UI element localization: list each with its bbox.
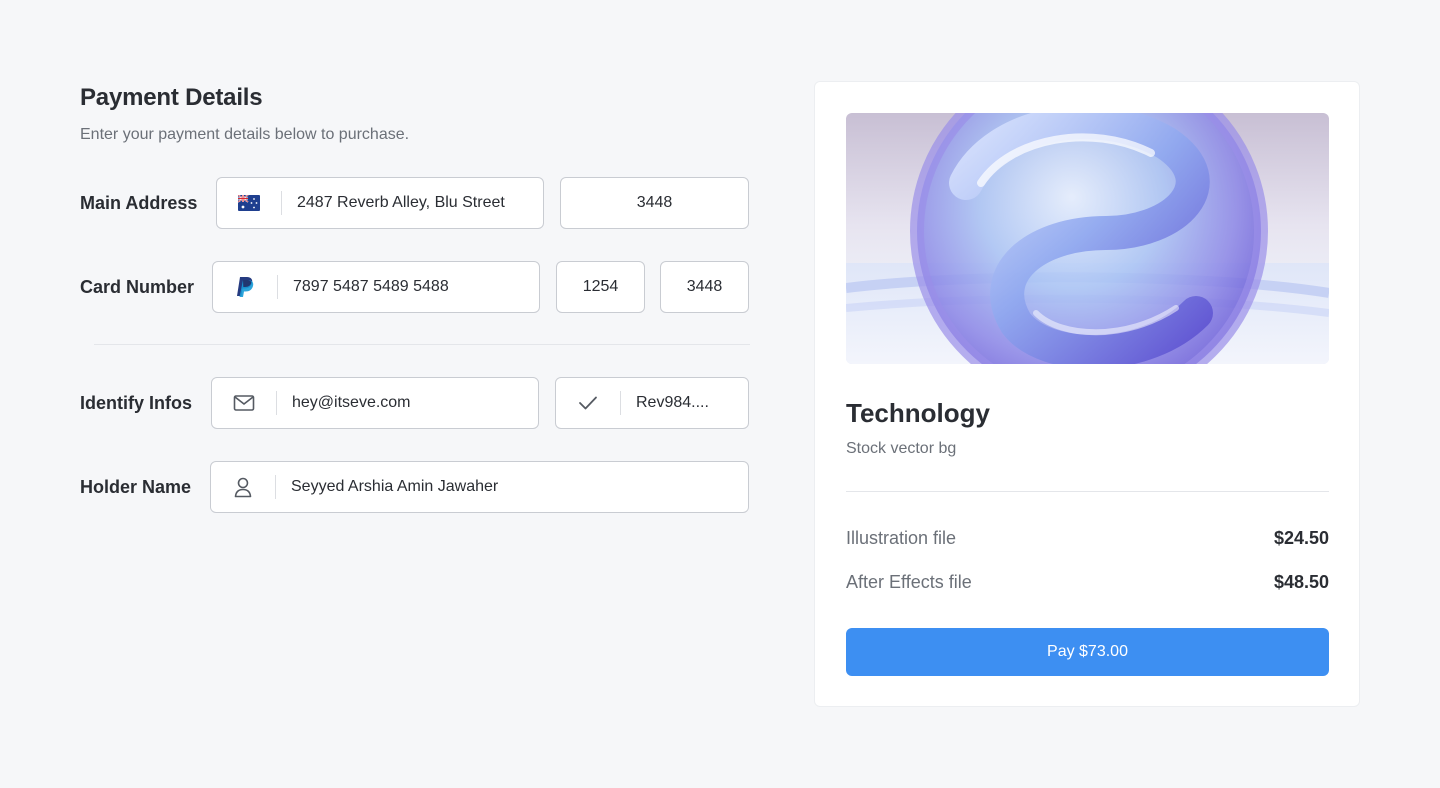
product-image bbox=[846, 113, 1329, 364]
mail-icon bbox=[212, 378, 276, 428]
australia-flag-icon bbox=[217, 178, 281, 228]
card-number-value: 7897 5487 5489 5488 bbox=[293, 278, 449, 295]
holder-name-input[interactable]: Seyyed Arshia Amin Jawaher bbox=[210, 461, 749, 513]
holder-name-row: Holder Name Seyyed Arshia Amin Jawaher bbox=[80, 461, 750, 513]
section-divider bbox=[94, 344, 750, 345]
line-item-name: After Effects file bbox=[846, 572, 972, 592]
card-cvv-input[interactable]: 3448 bbox=[660, 261, 749, 313]
identity-code-input[interactable]: Rev984.... bbox=[555, 377, 749, 429]
card-number-input[interactable]: 7897 5487 5489 5488 bbox=[212, 261, 540, 313]
card-number-row: Card Number 7897 5487 5489 5488 1254 344… bbox=[80, 261, 750, 313]
line-item-name: Illustration file bbox=[846, 528, 957, 548]
product-subtitle: Stock vector bg bbox=[846, 440, 957, 457]
paypal-icon bbox=[213, 262, 277, 312]
pay-button[interactable]: Pay $73.00 bbox=[846, 628, 1329, 676]
street-address-value: 2487 Reverb Alley, Blu Street bbox=[297, 194, 505, 211]
order-summary-card: Technology Stock vector bg Illustration … bbox=[814, 81, 1360, 707]
user-icon bbox=[211, 462, 275, 512]
email-input[interactable]: hey@itseve.com bbox=[211, 377, 539, 429]
postcode-value: 3448 bbox=[636, 194, 673, 211]
holder-name-value: Seyyed Arshia Amin Jawaher bbox=[291, 478, 499, 495]
card-expiry-value: 1254 bbox=[582, 278, 619, 295]
main-address-row: Main Address 2487 Reverb Alley, Blu Stre… bbox=[80, 177, 750, 229]
summary-divider bbox=[846, 491, 1329, 492]
identify-infos-row: Identify Infos hey@itseve.com Rev984.... bbox=[80, 377, 750, 429]
line-item: After Effects file $48.50 bbox=[846, 572, 1329, 593]
identify-infos-label: Identify Infos bbox=[80, 393, 192, 413]
email-value: hey@itseve.com bbox=[292, 394, 411, 411]
page-title: Payment Details bbox=[80, 84, 263, 111]
identity-code-value: Rev984.... bbox=[636, 394, 709, 411]
line-item-price: $48.50 bbox=[1273, 572, 1329, 592]
postcode-input[interactable]: 3448 bbox=[560, 177, 749, 229]
card-cvv-value: 3448 bbox=[686, 278, 723, 295]
product-title: Technology bbox=[846, 398, 990, 428]
street-address-input[interactable]: 2487 Reverb Alley, Blu Street bbox=[216, 177, 544, 229]
check-icon bbox=[556, 378, 620, 428]
card-number-label: Card Number bbox=[80, 277, 195, 297]
main-address-label: Main Address bbox=[80, 193, 198, 213]
line-item-price: $24.50 bbox=[1273, 528, 1329, 548]
line-item: Illustration file $24.50 bbox=[846, 528, 1329, 549]
holder-name-label: Holder Name bbox=[80, 477, 192, 497]
card-expiry-input[interactable]: 1254 bbox=[556, 261, 645, 313]
payment-form-section: Payment Details Enter your payment detai… bbox=[80, 80, 750, 513]
page-subtitle: Enter your payment details below to purc… bbox=[80, 126, 410, 143]
